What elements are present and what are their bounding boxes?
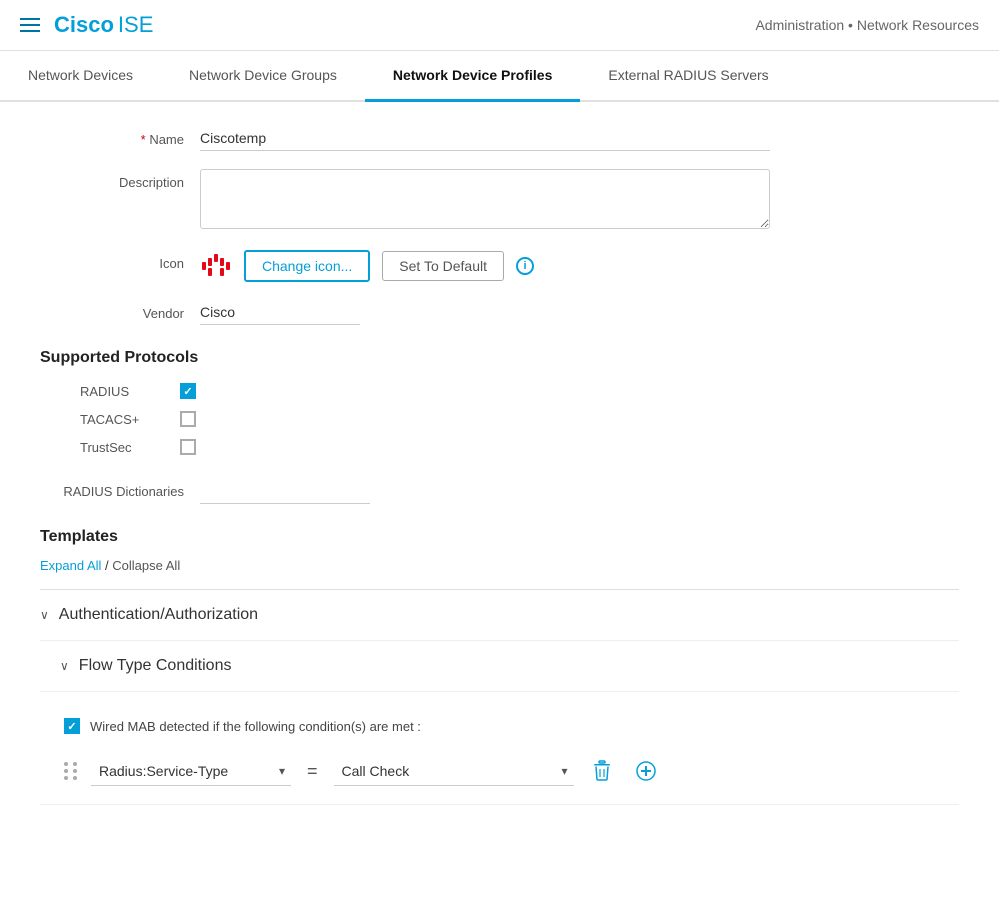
supported-protocols-heading: Supported Protocols xyxy=(40,349,959,367)
tab-network-device-profiles[interactable]: Network Device Profiles xyxy=(365,51,581,102)
nav-tabs: Network Devices Network Device Groups Ne… xyxy=(0,51,999,102)
hamburger-menu[interactable] xyxy=(20,18,40,32)
name-row: Name xyxy=(40,126,959,151)
drag-handle-icon[interactable] xyxy=(64,762,79,780)
auth-authz-chevron-icon: ∨ xyxy=(40,608,49,622)
header: Cisco ISE Administration • Network Resou… xyxy=(0,0,999,51)
breadcrumb: Administration • Network Resources xyxy=(755,17,979,33)
cisco-brand-icon xyxy=(200,254,232,278)
operator-equals: = xyxy=(303,761,322,782)
wired-mab-label: Wired MAB detected if the following cond… xyxy=(90,719,421,734)
logo: Cisco ISE xyxy=(54,12,153,38)
tacacs-label: TACACS+ xyxy=(80,412,180,427)
left-select-wrapper: Radius:Service-Type Radius:NAS-Port-Type… xyxy=(91,757,291,786)
description-label: Description xyxy=(40,169,200,190)
icon-row: Icon Change icon... Set To Default i xyxy=(40,250,959,282)
flow-type-body: Wired MAB detected if the following cond… xyxy=(40,692,959,805)
radius-label: RADIUS xyxy=(80,384,180,399)
flow-type-accordion: ∨ Flow Type Conditions Wired MAB detecte… xyxy=(40,641,959,805)
set-to-default-button[interactable]: Set To Default xyxy=(382,251,504,281)
radius-row: RADIUS xyxy=(40,383,959,399)
right-select-wrapper: Call Check Framed Login Administrative xyxy=(334,757,574,786)
tab-network-device-groups[interactable]: Network Device Groups xyxy=(161,51,365,102)
flow-type-accordion-header[interactable]: ∨ Flow Type Conditions xyxy=(40,641,959,692)
auth-authz-accordion-header[interactable]: ∨ Authentication/Authorization xyxy=(40,590,959,641)
vendor-label: Vendor xyxy=(40,300,200,321)
wired-mab-row: Wired MAB detected if the following cond… xyxy=(64,704,959,742)
logo-cisco: Cisco xyxy=(54,12,114,38)
add-condition-button[interactable] xyxy=(630,755,662,787)
trash-icon xyxy=(592,760,612,782)
radius-dictionaries-input[interactable] xyxy=(200,479,370,504)
name-label: Name xyxy=(40,126,200,147)
accordion: ∨ Authentication/Authorization ∨ Flow Ty… xyxy=(40,589,959,805)
tab-network-devices[interactable]: Network Devices xyxy=(0,51,161,102)
trustsec-checkbox[interactable] xyxy=(180,439,196,455)
flow-type-chevron-icon: ∨ xyxy=(60,659,69,673)
wired-mab-checkbox[interactable] xyxy=(64,718,80,734)
condition-row: Radius:Service-Type Radius:NAS-Port-Type… xyxy=(64,742,959,792)
collapse-all-link[interactable]: Collapse All xyxy=(112,558,180,573)
main-content: Name Description Icon xyxy=(0,102,999,845)
vendor-row: Vendor xyxy=(40,300,959,325)
auth-authz-label: Authentication/Authorization xyxy=(59,606,258,624)
info-icon[interactable]: i xyxy=(516,257,534,275)
radius-dictionaries-row: RADIUS Dictionaries xyxy=(40,479,959,504)
plus-icon xyxy=(636,761,656,781)
description-row: Description xyxy=(40,169,959,232)
trustsec-label: TrustSec xyxy=(80,440,180,455)
flow-type-label: Flow Type Conditions xyxy=(79,657,232,675)
icon-label: Icon xyxy=(40,250,200,271)
templates-heading: Templates xyxy=(40,528,959,546)
expand-collapse-row: Expand All / Collapse All xyxy=(40,558,959,573)
separator: / xyxy=(101,558,112,573)
description-input[interactable] xyxy=(200,169,770,229)
radius-dictionaries-label: RADIUS Dictionaries xyxy=(40,484,200,499)
tacacs-row: TACACS+ xyxy=(40,411,959,427)
change-icon-button[interactable]: Change icon... xyxy=(244,250,370,282)
tacacs-checkbox[interactable] xyxy=(180,411,196,427)
vendor-input[interactable] xyxy=(200,300,360,325)
name-input[interactable] xyxy=(200,126,770,151)
delete-condition-button[interactable] xyxy=(586,754,618,788)
radius-checkbox[interactable] xyxy=(180,383,196,399)
condition-right-select[interactable]: Call Check Framed Login Administrative xyxy=(334,757,574,786)
trustsec-row: TrustSec xyxy=(40,439,959,455)
tab-external-radius-servers[interactable]: External RADIUS Servers xyxy=(580,51,796,102)
logo-ise: ISE xyxy=(118,12,153,38)
condition-left-select[interactable]: Radius:Service-Type Radius:NAS-Port-Type… xyxy=(91,757,291,786)
expand-all-link[interactable]: Expand All xyxy=(40,558,101,573)
